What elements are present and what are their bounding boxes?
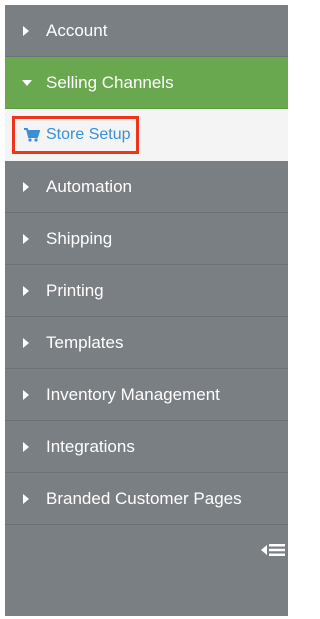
sidebar-item-label: Selling Channels bbox=[46, 72, 174, 92]
sidebar-item-automation[interactable]: Automation bbox=[5, 161, 288, 213]
sidebar-item-inventory-management[interactable]: Inventory Management bbox=[5, 369, 288, 421]
sidebar-item-label: Shipping bbox=[46, 228, 113, 248]
caret-right-icon bbox=[23, 181, 29, 192]
caret-down-icon bbox=[22, 79, 32, 86]
sidebar-item-label: Inventory Management bbox=[46, 384, 220, 404]
sidebar-item-label: Printing bbox=[46, 280, 104, 300]
sidebar-item-shipping[interactable]: Shipping bbox=[5, 213, 288, 265]
caret-right-icon bbox=[23, 25, 29, 36]
sidebar-item-label: Templates bbox=[46, 332, 124, 352]
collapse-sidebar-icon bbox=[261, 543, 285, 562]
sidebar-item-label: Account bbox=[46, 20, 108, 40]
caret-right-icon bbox=[23, 285, 29, 296]
caret-right-icon bbox=[23, 337, 29, 348]
highlight-box bbox=[12, 116, 139, 154]
caret-right-icon bbox=[23, 441, 29, 452]
sidebar-item-printing[interactable]: Printing bbox=[5, 265, 288, 317]
caret-right-icon bbox=[23, 233, 29, 244]
sidebar-item-account[interactable]: Account bbox=[5, 5, 288, 57]
sidebar-item-label: Automation bbox=[46, 176, 132, 196]
sidebar-item-templates[interactable]: Templates bbox=[5, 317, 288, 369]
sidebar-item-label: Branded Customer Pages bbox=[46, 488, 242, 508]
sidebar-item-selling-channels[interactable]: Selling Channels bbox=[5, 57, 288, 109]
settings-sidebar: Account Selling Channels Store Setup Aut… bbox=[5, 5, 288, 616]
caret-right-icon bbox=[23, 389, 29, 400]
sidebar-item-branded-customer-pages[interactable]: Branded Customer Pages bbox=[5, 473, 288, 525]
sidebar-item-label: Integrations bbox=[46, 436, 135, 456]
sidebar-subitem-store-setup[interactable]: Store Setup bbox=[5, 109, 288, 161]
collapse-sidebar-button[interactable] bbox=[258, 541, 288, 563]
caret-right-icon bbox=[23, 493, 29, 504]
sidebar-item-integrations[interactable]: Integrations bbox=[5, 421, 288, 473]
